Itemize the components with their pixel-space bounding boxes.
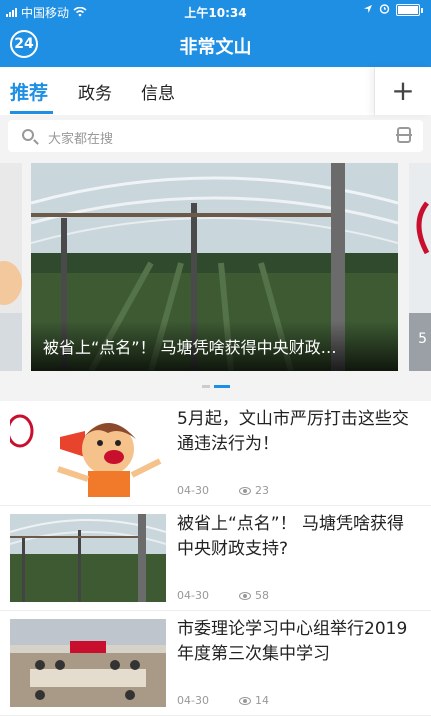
carousel-caption-text: 被省上“点名”！ 马塘凭啥获得中央财政… (43, 338, 337, 357)
news-thumbnail (10, 514, 166, 602)
carousel-main-slide[interactable]: 被省上“点名”！ 马塘凭啥获得中央财政… (31, 163, 398, 371)
banner-carousel[interactable]: 被省上“点名”！ 马塘凭啥获得中央财政… 5 (0, 163, 431, 378)
news-title: 5月起，文山市严厉打击这些交通违法行为！ (177, 409, 409, 454)
active-tab-indicator (10, 111, 53, 114)
tab-recommend[interactable]: 推荐 (10, 78, 48, 105)
news-date: 04-30 (177, 484, 209, 497)
news-thumbnail (10, 619, 166, 707)
app-header: 24 非常文山 (0, 22, 431, 67)
carousel-dot[interactable] (201, 385, 210, 388)
tab-info[interactable]: 信息 (141, 79, 175, 104)
tab-government[interactable]: 政务 (78, 79, 112, 104)
eye-icon (238, 697, 251, 705)
news-meta: 04-30 14 (177, 694, 269, 707)
news-thumbnail (10, 409, 166, 497)
carousel-dot-active[interactable] (213, 385, 230, 388)
carousel-caption: 被省上“点名”！ 马塘凭啥获得中央财政… (31, 321, 398, 371)
news-item[interactable]: 市委理论学习中心组举行2019年度第三次集中学习 04-30 14 (0, 611, 431, 716)
news-item[interactable]: 5月起，文山市严厉打击这些交通违法行为！ 04-30 23 (0, 401, 431, 506)
news-views: 14 (238, 694, 269, 707)
scan-icon[interactable] (396, 127, 412, 143)
channel-tabs: 推荐 政务 信息 + (0, 67, 431, 115)
news-title: 被省上“点名”！ 马塘凭啥获得中央财政支持? (177, 514, 405, 559)
carousel-indicator (0, 385, 431, 388)
carousel-prev-slide[interactable] (0, 163, 22, 371)
location-icon (363, 3, 373, 17)
status-right (363, 3, 423, 17)
news-views: 58 (238, 589, 269, 602)
news-meta: 04-30 58 (177, 589, 269, 602)
views-count: 14 (254, 694, 269, 707)
plus-icon: + (391, 74, 415, 107)
add-channel-button[interactable]: + (374, 67, 431, 115)
news-date: 04-30 (177, 589, 209, 602)
eye-icon (238, 487, 251, 495)
battery-tip (421, 7, 423, 13)
eye-icon (238, 592, 251, 600)
news-item[interactable]: 被省上“点名”！ 马塘凭啥获得中央财政支持? 04-30 58 (0, 506, 431, 611)
search-icon (22, 129, 34, 141)
news-views: 23 (238, 484, 269, 497)
views-count: 58 (254, 589, 269, 602)
status-bar: 中国移动 上午10:34 (0, 0, 431, 22)
news-title: 市委理论学习中心组举行2019年度第三次集中学习 (177, 619, 408, 664)
search-bar[interactable]: 大家都在搜 (8, 120, 423, 152)
views-count: 23 (254, 484, 269, 497)
news-date: 04-30 (177, 694, 209, 707)
search-input[interactable]: 大家都在搜 (48, 128, 113, 147)
battery-icon (396, 4, 420, 16)
next-slide-number: 5 (418, 331, 427, 347)
carousel-next-slide[interactable]: 5 (409, 163, 431, 371)
news-meta: 04-30 23 (177, 484, 269, 497)
alarm-icon (379, 3, 390, 17)
page-title: 非常文山 (179, 37, 252, 58)
